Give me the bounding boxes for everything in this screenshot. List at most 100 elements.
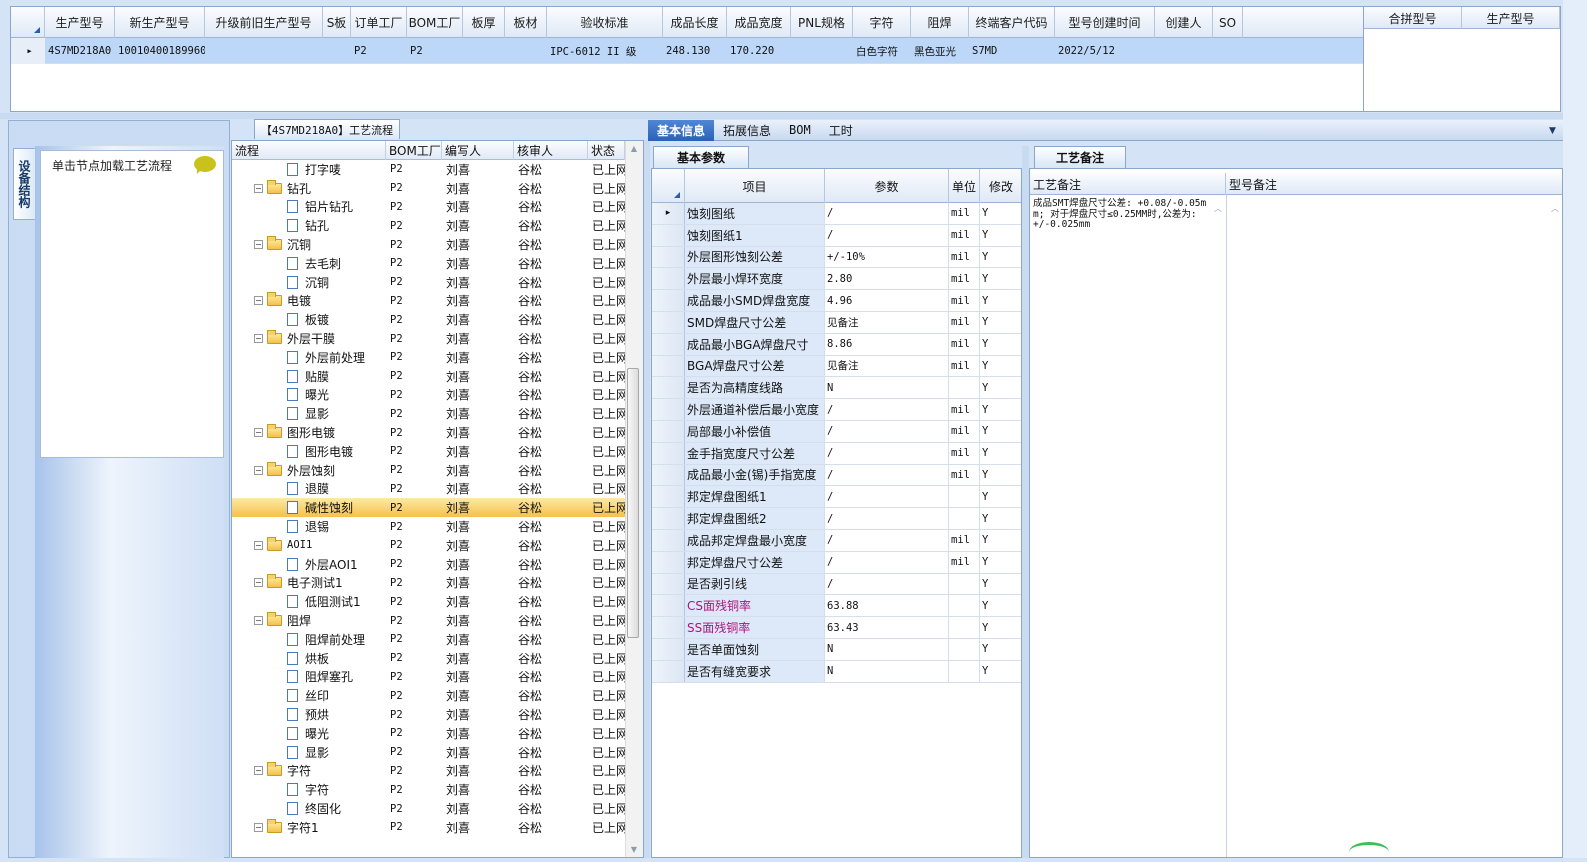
- tree-row[interactable]: 板镀 P2 刘喜 谷松 已上网: [232, 310, 625, 329]
- param-row[interactable]: 邦定焊盘尺寸公差 / mil Y: [652, 551, 1021, 574]
- tree-row[interactable]: 外层AOI1 P2 刘喜 谷松 已上网: [232, 555, 625, 574]
- merge-col-header[interactable]: 生产型号: [1462, 7, 1560, 29]
- tree-row[interactable]: 低阻测试1 P2 刘喜 谷松 已上网: [232, 592, 625, 611]
- tree-col-header[interactable]: BOM工厂: [386, 141, 442, 160]
- top-cell[interactable]: [323, 38, 351, 64]
- tree-node[interactable]: 低阻测试1: [232, 592, 386, 611]
- param-value[interactable]: N: [825, 377, 949, 399]
- param-value[interactable]: /: [825, 508, 949, 529]
- top-cell[interactable]: [1155, 38, 1213, 64]
- top-col-header[interactable]: 验收标准: [547, 7, 663, 38]
- top-col-header[interactable]: 成品宽度: [727, 7, 791, 38]
- top-cell[interactable]: 170.220: [727, 38, 791, 64]
- detail-tab[interactable]: BOM: [780, 120, 820, 141]
- top-cell[interactable]: 白色字符: [853, 38, 911, 64]
- tree-row[interactable]: 碱性蚀刻 P2 刘喜 谷松 已上网: [232, 498, 625, 518]
- top-cell[interactable]: [463, 38, 505, 64]
- param-modify[interactable]: Y: [980, 464, 1021, 486]
- load-process-box[interactable]: [40, 150, 224, 458]
- collapse-icon[interactable]: −: [254, 540, 263, 550]
- param-modify[interactable]: Y: [980, 399, 1021, 420]
- param-modify[interactable]: Y: [980, 573, 1021, 595]
- param-modify[interactable]: Y: [980, 224, 1021, 246]
- tree-node[interactable]: 贴膜: [232, 367, 386, 386]
- tree-row[interactable]: 预烘 P2 刘喜 谷松 已上网: [232, 705, 625, 724]
- tree-node[interactable]: 铝片钻孔: [232, 198, 386, 217]
- tree-node[interactable]: 阻焊前处理: [232, 630, 386, 649]
- param-modify[interactable]: Y: [980, 355, 1021, 377]
- param-value[interactable]: 63.43: [825, 617, 949, 638]
- param-value[interactable]: /: [825, 486, 949, 508]
- param-row[interactable]: 成品最小SMD焊盘宽度 4.96 mil Y: [652, 290, 1021, 312]
- param-modify[interactable]: Y: [980, 508, 1021, 529]
- params-col-header[interactable]: 单位: [949, 169, 980, 203]
- tree-node[interactable]: 去毛刺: [232, 254, 386, 273]
- param-modify[interactable]: Y: [980, 290, 1021, 311]
- tree-row[interactable]: − AOI1 P2 刘喜 谷松 已上网: [232, 536, 625, 555]
- param-value[interactable]: /: [825, 399, 949, 420]
- tree-node[interactable]: 终固化: [232, 799, 386, 818]
- param-row[interactable]: 成品最小BGA焊盘尺寸 8.86 mil Y: [652, 333, 1021, 356]
- param-modify[interactable]: Y: [980, 203, 1021, 224]
- param-row[interactable]: SS面残铜率 63.43 Y: [652, 617, 1021, 639]
- tree-row[interactable]: 打字唛 P2 刘喜 谷松 已上网: [232, 160, 625, 179]
- tree-col-header[interactable]: 状态: [588, 141, 625, 160]
- top-cell[interactable]: IPC-6012 II 级: [547, 38, 663, 64]
- param-modify[interactable]: Y: [980, 595, 1021, 617]
- tree-row[interactable]: 沉铜 P2 刘喜 谷松 已上网: [232, 273, 625, 292]
- tree-scroll-thumb[interactable]: [627, 368, 639, 638]
- tree-node[interactable]: 碱性蚀刻: [232, 498, 386, 517]
- tree-node[interactable]: 钻孔: [232, 216, 386, 235]
- vertical-splitter-right[interactable]: [1022, 146, 1029, 858]
- param-row[interactable]: 邦定焊盘图纸2/ Y: [652, 508, 1021, 530]
- top-col-header[interactable]: 创建人: [1155, 7, 1213, 38]
- param-modify[interactable]: Y: [980, 660, 1021, 682]
- tree-node[interactable]: − 电镀: [232, 292, 386, 311]
- tree-node[interactable]: − AOI1: [232, 536, 386, 555]
- param-modify[interactable]: Y: [980, 639, 1021, 660]
- param-row[interactable]: 是否单面蚀刻 N Y: [652, 639, 1021, 661]
- top-cell[interactable]: [205, 38, 323, 64]
- top-col-header[interactable]: BOM工厂: [407, 7, 463, 38]
- scroll-down-icon[interactable]: ▼: [629, 845, 639, 855]
- param-modify[interactable]: Y: [980, 551, 1021, 573]
- param-row[interactable]: 是否有缝宽要求 N Y: [652, 660, 1021, 683]
- top-col-header[interactable]: PNL规格: [791, 7, 853, 38]
- tree-node[interactable]: − 外层干膜: [232, 329, 386, 348]
- tree-row[interactable]: 终固化 P2 刘喜 谷松 已上网: [232, 799, 625, 818]
- top-cell[interactable]: S7MD: [969, 38, 1055, 64]
- tree-row[interactable]: 曝光 P2 刘喜 谷松 已上网: [232, 386, 625, 405]
- tree-row[interactable]: − 电子测试1 P2 刘喜 谷松 已上网: [232, 574, 625, 593]
- collapse-icon[interactable]: −: [254, 296, 263, 306]
- param-value[interactable]: N: [825, 660, 949, 682]
- param-value[interactable]: /: [825, 421, 949, 442]
- scroll-up-icon[interactable]: ▲: [629, 144, 639, 154]
- process-flow-title-tab[interactable]: 【4S7MD218A0】工艺流程: [254, 119, 400, 139]
- tree-col-header[interactable]: 流程: [232, 141, 386, 160]
- param-row[interactable]: 成品邦定焊盘最小宽度 / mil Y: [652, 530, 1021, 552]
- tree-row[interactable]: 显影 P2 刘喜 谷松 已上网: [232, 404, 625, 423]
- floating-widget-icon[interactable]: [1349, 842, 1389, 862]
- param-row[interactable]: 外层最小焊环宽度 2.80 mil Y: [652, 268, 1021, 291]
- tree-row[interactable]: − 外层干膜 P2 刘喜 谷松 已上网: [232, 329, 625, 348]
- param-modify[interactable]: Y: [980, 617, 1021, 638]
- param-value[interactable]: 63.88: [825, 595, 949, 617]
- tree-row[interactable]: 去毛刺 P2 刘喜 谷松 已上网: [232, 254, 625, 273]
- top-col-header[interactable]: 升级前旧生产型号: [205, 7, 323, 38]
- tree-node[interactable]: 退膜: [232, 480, 386, 499]
- tree-row[interactable]: − 电镀 P2 刘喜 谷松 已上网: [232, 292, 625, 311]
- collapse-icon[interactable]: −: [254, 616, 263, 626]
- tree-node[interactable]: 图形电镀: [232, 442, 386, 461]
- top-cell[interactable]: [505, 38, 547, 64]
- top-col-header[interactable]: 板厚: [463, 7, 505, 38]
- process-remark-text[interactable]: 成品SMT焊盘尺寸公差: +0.08/-0.05mm; 对于焊盘尺寸≤0.25M…: [1033, 198, 1209, 231]
- top-grid-row[interactable]: ▸ 4S7MD218A0 10010400189960 P2 P2 IPC-6012 II…: [11, 38, 1363, 64]
- param-value[interactable]: N: [825, 639, 949, 660]
- param-value[interactable]: 4.96: [825, 290, 949, 311]
- param-modify[interactable]: Y: [980, 442, 1021, 464]
- tree-node[interactable]: − 钻孔: [232, 179, 386, 198]
- tree-node[interactable]: − 沉铜: [232, 235, 386, 254]
- param-row[interactable]: 蚀刻图纸1/mil Y: [652, 224, 1021, 247]
- top-col-header[interactable]: 字符: [853, 7, 911, 38]
- param-value[interactable]: /: [825, 551, 949, 573]
